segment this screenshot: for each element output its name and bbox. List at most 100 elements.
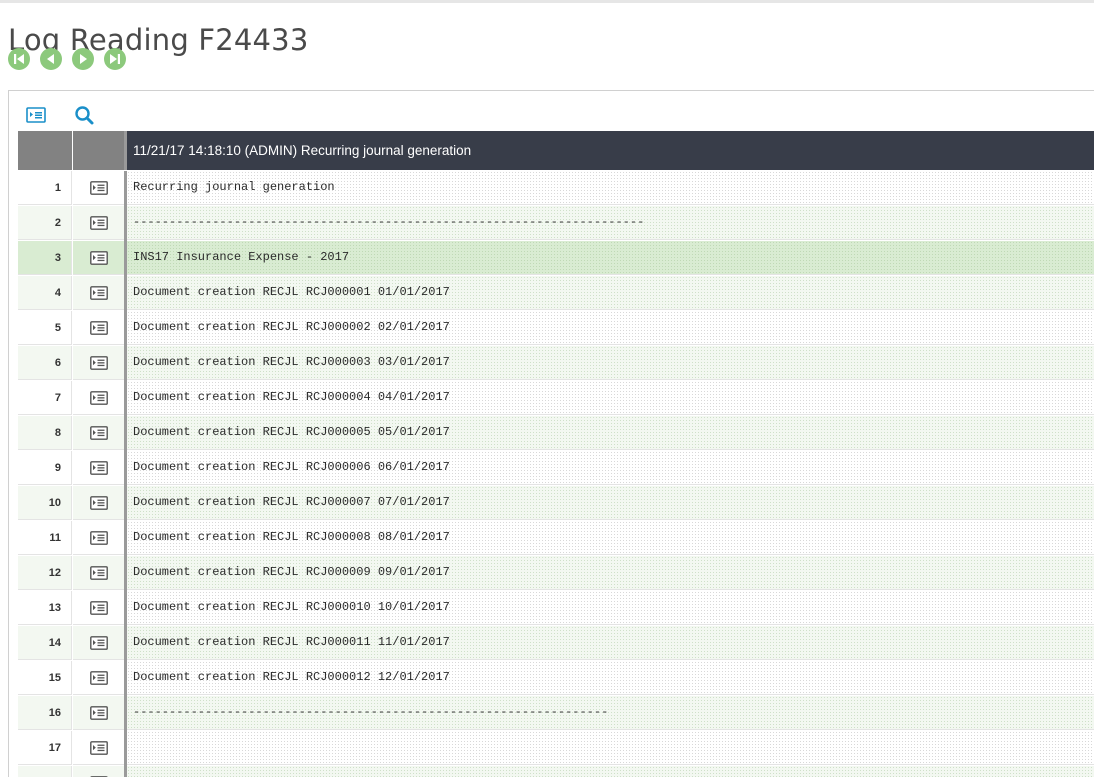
log-panel: 11/21/17 14:18:10 (ADMIN) Recurring jour… (8, 90, 1094, 777)
row-detail-button[interactable] (73, 381, 124, 415)
row-detail-icon (90, 671, 108, 685)
record-navigation (8, 48, 126, 70)
row-detail-icon (90, 356, 108, 370)
row-detail-button[interactable] (73, 731, 124, 765)
row-detail-button[interactable] (73, 486, 124, 520)
row-detail-button[interactable] (73, 521, 124, 555)
row-number: 2 (18, 206, 72, 240)
log-line-text: Recurring journal generation (127, 171, 1094, 205)
row-detail-button[interactable] (73, 696, 124, 730)
column-separator (124, 131, 127, 170)
log-line-text: Document creation RECJL RCJ000012 12/01/… (127, 661, 1094, 695)
table-row[interactable]: 12 Document creation RECJL RCJ000009 09/0… (18, 556, 1094, 591)
table-row[interactable]: 2 ---------------------------------------… (18, 206, 1094, 241)
log-line-text: Document creation RECJL RCJ000009 09/01/… (127, 556, 1094, 590)
row-number: 14 (18, 626, 72, 660)
row-detail-button[interactable] (73, 766, 124, 777)
detail-view-icon (25, 104, 47, 126)
row-detail-icon (90, 566, 108, 580)
row-number: 8 (18, 416, 72, 450)
top-border (0, 0, 1094, 3)
log-line-text: Document creation RECJL RCJ000006 06/01/… (127, 451, 1094, 485)
grid-rows: 1 Recurring journal generation 2 ----------… (18, 171, 1094, 777)
row-detail-button[interactable] (73, 346, 124, 380)
search-icon (73, 104, 95, 126)
row-detail-icon (90, 706, 108, 720)
last-record-icon (104, 48, 126, 70)
row-number: 12 (18, 556, 72, 590)
table-row[interactable]: 13 Document creation RECJL RCJ000010 10/0… (18, 591, 1094, 626)
previous-record-button[interactable] (40, 48, 62, 70)
next-record-icon (72, 48, 94, 70)
row-detail-icon (90, 391, 108, 405)
row-detail-icon (90, 216, 108, 230)
row-detail-button[interactable] (73, 661, 124, 695)
row-number: 1 (18, 171, 72, 205)
log-line-text: Document creation RECJL RCJ000005 05/01/… (127, 416, 1094, 450)
first-record-button[interactable] (8, 48, 30, 70)
table-row[interactable]: 3INS17 Insurance Expense - 2017 (18, 241, 1094, 276)
table-row[interactable]: 4 Document creation RECJL RCJ000001 01/01… (18, 276, 1094, 311)
previous-record-icon (40, 48, 62, 70)
search-button[interactable] (73, 104, 95, 126)
row-detail-icon (90, 741, 108, 755)
row-detail-button[interactable] (73, 241, 124, 275)
row-number: 17 (18, 731, 72, 765)
row-detail-button[interactable] (73, 626, 124, 660)
detail-view-button[interactable] (25, 104, 47, 126)
first-record-icon (8, 48, 30, 70)
log-line-text: Document creation RECJL RCJ000002 02/01/… (127, 311, 1094, 345)
table-row[interactable]: 9Document creation RECJL RCJ000006 06/01… (18, 451, 1094, 486)
row-detail-button[interactable] (73, 206, 124, 240)
next-record-button[interactable] (72, 48, 94, 70)
log-line-text (127, 731, 1094, 765)
row-detail-button[interactable] (73, 556, 124, 590)
log-line-text: Document creation RECJL RCJ000004 04/01/… (127, 381, 1094, 415)
table-row[interactable] (18, 766, 1094, 777)
row-number: 10 (18, 486, 72, 520)
row-detail-button[interactable] (73, 416, 124, 450)
log-line-text: ----------------------------------------… (127, 696, 1094, 730)
row-number: 7 (18, 381, 72, 415)
row-detail-button[interactable] (73, 276, 124, 310)
row-detail-icon (90, 181, 108, 195)
row-number: 13 (18, 591, 72, 625)
row-number: 6 (18, 346, 72, 380)
table-row[interactable]: 8 Document creation RECJL RCJ000005 05/01… (18, 416, 1094, 451)
row-detail-icon (90, 426, 108, 440)
table-row[interactable]: 1 Recurring journal generation (18, 171, 1094, 206)
table-row[interactable]: 5 Document creation RECJL RCJ000002 02/01… (18, 311, 1094, 346)
table-row[interactable]: 14 Document creation RECJL RCJ000011 11/0… (18, 626, 1094, 661)
row-detail-button[interactable] (73, 451, 124, 485)
log-line-text: Document creation RECJL RCJ000001 01/01/… (127, 276, 1094, 310)
log-line-text: Document creation RECJL RCJ000010 10/01/… (127, 591, 1094, 625)
row-detail-icon (90, 286, 108, 300)
table-row[interactable]: 15Document creation RECJL RCJ000012 12/0… (18, 661, 1094, 696)
last-record-button[interactable] (104, 48, 126, 70)
log-line-text: Document creation RECJL RCJ000003 03/01/… (127, 346, 1094, 380)
table-row[interactable]: 17 (18, 731, 1094, 766)
grid-header: 11/21/17 14:18:10 (ADMIN) Recurring jour… (18, 131, 1094, 170)
row-detail-button[interactable] (73, 311, 124, 345)
log-line-text: Document creation RECJL RCJ000007 07/01/… (127, 486, 1094, 520)
table-row[interactable]: 6 Document creation RECJL RCJ000003 03/01… (18, 346, 1094, 381)
log-line-text: INS17 Insurance Expense - 2017 (127, 241, 1094, 275)
row-detail-icon (90, 636, 108, 650)
row-number (18, 766, 72, 777)
row-detail-button[interactable] (73, 171, 124, 205)
table-row[interactable]: 11Document creation RECJL RCJ000008 08/0… (18, 521, 1094, 556)
row-detail-icon (90, 531, 108, 545)
log-header-text: 11/21/17 14:18:10 (ADMIN) Recurring jour… (133, 131, 471, 170)
table-row[interactable]: 7 Document creation RECJL RCJ000004 04/01… (18, 381, 1094, 416)
header-number-cell (18, 131, 73, 170)
log-grid: 11/21/17 14:18:10 (ADMIN) Recurring jour… (18, 131, 1094, 777)
table-row[interactable]: 16--------------------------------------… (18, 696, 1094, 731)
log-line-text: ----------------------------------------… (127, 206, 1094, 240)
row-detail-button[interactable] (73, 591, 124, 625)
log-line-text: Document creation RECJL RCJ000011 11/01/… (127, 626, 1094, 660)
row-number: 5 (18, 311, 72, 345)
table-row[interactable]: 10 Document creation RECJL RCJ000007 07/0… (18, 486, 1094, 521)
grid-toolbar (25, 104, 95, 126)
log-line-text (127, 766, 1094, 777)
row-number: 4 (18, 276, 72, 310)
